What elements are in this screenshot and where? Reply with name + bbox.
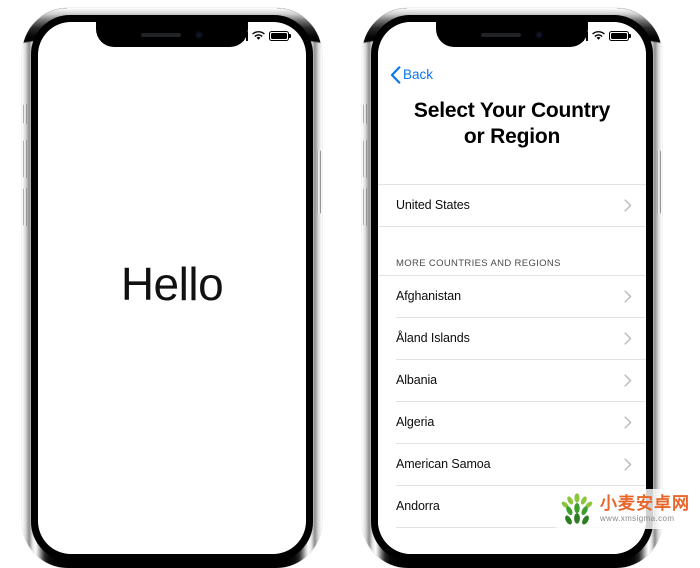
front-camera-icon: [535, 30, 543, 39]
country-name: Afghanistan: [396, 289, 461, 304]
country-row-american-samoa[interactable]: American Samoa: [378, 443, 646, 485]
cellular-signal-icon: [573, 31, 588, 41]
volume-down-button-right[interactable]: [363, 188, 367, 226]
hello-text: Hello: [120, 258, 224, 310]
section-spacer: [378, 226, 646, 258]
watermark: 小麦安卓网 www.xmsigma.com: [556, 489, 694, 529]
phone-screen-left: Hello: [38, 22, 306, 554]
back-button[interactable]: Back: [378, 52, 433, 84]
notch-right: [436, 22, 588, 47]
chevron-right-icon: [624, 416, 632, 429]
silent-switch-right[interactable]: [363, 104, 367, 124]
power-button-right[interactable]: [657, 150, 661, 214]
earpiece-speaker-icon: [141, 32, 181, 37]
country-selection-screen: Back Select Your Country or Region Unite…: [378, 22, 646, 554]
more-countries-section: MORE COUNTRIES AND REGIONS Afghanistan Å…: [378, 258, 646, 528]
country-row-algeria[interactable]: Algeria: [378, 401, 646, 443]
page-title: Select Your Country or Region: [396, 98, 628, 150]
back-button-label: Back: [403, 67, 434, 83]
country-name: United States: [396, 198, 470, 213]
battery-icon: [269, 31, 289, 41]
country-row-united-states[interactable]: United States: [378, 184, 646, 226]
watermark-url: www.xmsigma.com: [600, 514, 675, 523]
chevron-right-icon: [624, 332, 632, 345]
country-row-afghanistan[interactable]: Afghanistan: [378, 275, 646, 317]
phone-bezel-right: Back Select Your Country or Region Unite…: [371, 15, 653, 561]
page-title-line-1: Select Your Country: [413, 99, 611, 122]
chevron-right-icon: [624, 290, 632, 303]
earpiece-speaker-icon: [481, 32, 521, 37]
hello-greeting: Hello: [38, 22, 306, 554]
power-button-left[interactable]: [317, 150, 321, 214]
screenshot-stage: Hello Back Select Your Country or Region…: [0, 0, 700, 568]
chevron-right-icon: [624, 458, 632, 471]
wifi-icon: [252, 31, 265, 40]
phone-screen-right: Back Select Your Country or Region Unite…: [378, 22, 646, 554]
front-camera-icon: [195, 30, 203, 39]
silent-switch-left[interactable]: [23, 104, 27, 124]
volume-down-button-left[interactable]: [23, 188, 27, 226]
country-name: Algeria: [396, 415, 435, 430]
chevron-right-icon: [624, 199, 632, 212]
section-header-more-countries: MORE COUNTRIES AND REGIONS: [396, 257, 561, 269]
phone-bezel-left: Hello: [31, 15, 313, 561]
wifi-icon: [592, 31, 605, 40]
country-row-albania[interactable]: Albania: [378, 359, 646, 401]
notch-left: [96, 22, 248, 47]
volume-up-button-right[interactable]: [363, 140, 367, 178]
wheat-logo-icon: [561, 493, 593, 525]
chevron-left-icon: [390, 66, 401, 84]
iphone-right: Back Select Your Country or Region Unite…: [362, 8, 662, 568]
country-name: Åland Islands: [396, 331, 470, 346]
country-name: American Samoa: [396, 457, 491, 472]
status-bar-left: [233, 29, 289, 43]
list-top-spacer: [378, 150, 646, 184]
watermark-site-name: 小麦安卓网: [600, 494, 690, 513]
chevron-right-icon: [624, 374, 632, 387]
page-title-line-2: or Region: [463, 124, 561, 148]
battery-icon: [609, 31, 629, 41]
status-bar-right: [573, 29, 629, 43]
country-name: Albania: [396, 373, 437, 388]
selected-country-section: United States: [378, 183, 646, 227]
iphone-left: Hello: [22, 8, 322, 568]
watermark-text: 小麦安卓网 www.xmsigma.com: [600, 495, 690, 523]
volume-up-button-left[interactable]: [23, 140, 27, 178]
country-row-aland-islands[interactable]: Åland Islands: [378, 317, 646, 359]
cellular-signal-icon: [233, 31, 248, 41]
